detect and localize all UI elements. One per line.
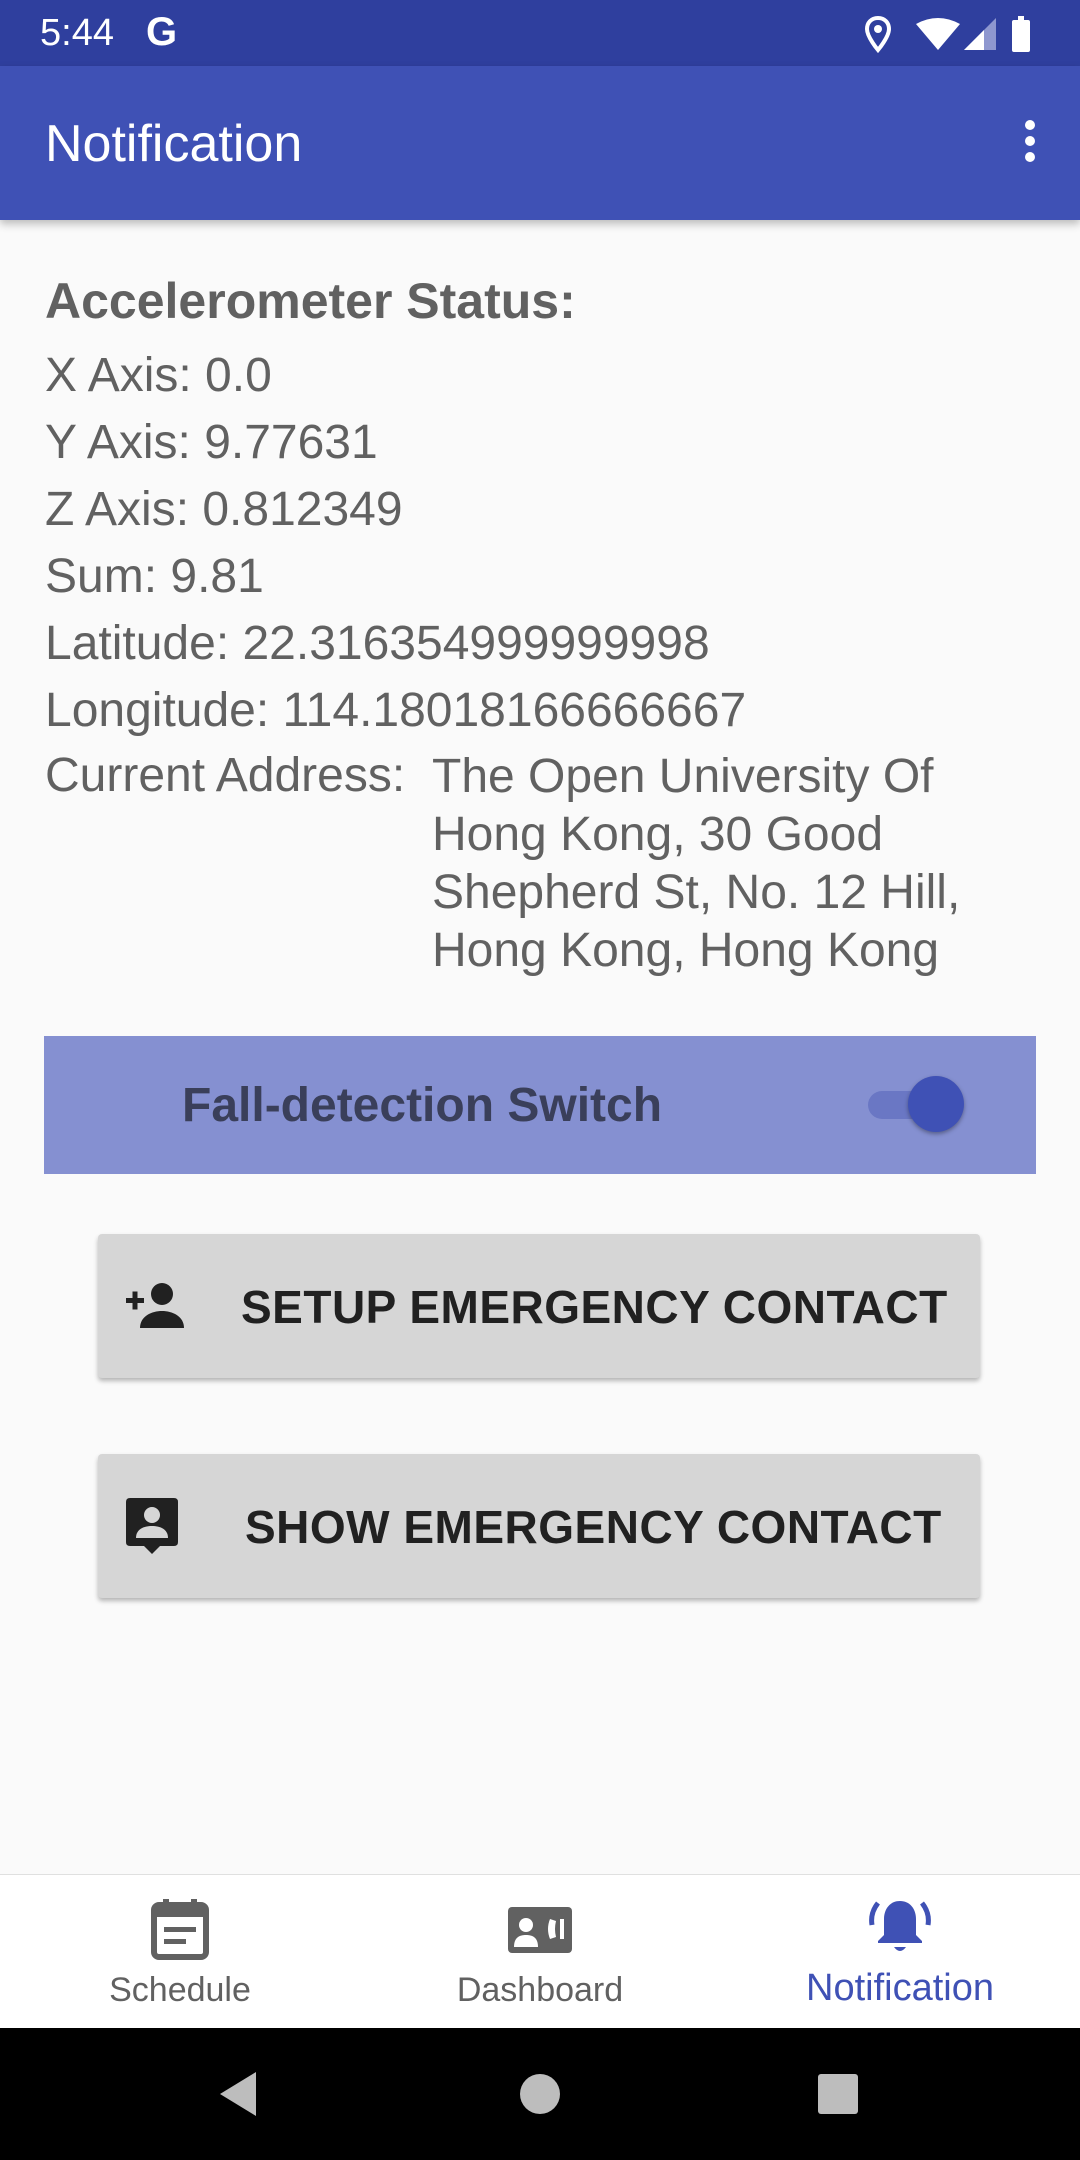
page-title: Notification [45, 115, 303, 173]
nav-label-notification: Notification [806, 1967, 994, 2009]
google-icon: G [146, 10, 178, 54]
calendar-icon [151, 1899, 209, 1960]
nav-item-schedule[interactable]: Schedule [0, 1875, 360, 2029]
nav-label-dashboard: Dashboard [456, 1971, 624, 2009]
nav-item-dashboard[interactable]: Dashboard [360, 1875, 720, 2029]
more-vert-icon[interactable] [1000, 106, 1060, 176]
show-button-label: SHOW EMERGENCY CONTACT [245, 1501, 942, 1553]
address-value: The Open University Of Hong Kong, 30 Goo… [432, 750, 961, 977]
nav-item-notification[interactable]: Notification [720, 1875, 1080, 2029]
fall-detection-label: Fall-detection Switch [182, 1079, 663, 1132]
latitude-value: Latitude: 22.316354999999998 [45, 617, 710, 670]
setup-button-label: SETUP EMERGENCY CONTACT [241, 1281, 948, 1333]
show-emergency-contact-button[interactable]: SHOW EMERGENCY CONTACT [98, 1454, 980, 1598]
x-axis-value: X Axis: 0.0 [45, 349, 272, 402]
z-axis-value: Z Axis: 0.812349 [45, 483, 403, 536]
sum-value: Sum: 9.81 [45, 550, 264, 603]
status-bar: 5:44 G [0, 0, 1080, 66]
dashboard-phone-icon [508, 1907, 572, 1953]
longitude-value: Longitude: 114.18018166666667 [45, 684, 747, 737]
back-icon[interactable] [210, 2064, 270, 2124]
battery-icon [1012, 16, 1030, 52]
app-bar: Notification [0, 66, 1080, 220]
address-label: Current Address: [45, 749, 406, 802]
setup-emergency-contact-button[interactable]: SETUP EMERGENCY CONTACT [98, 1234, 980, 1378]
cellular-signal-icon [964, 18, 996, 50]
person-add-icon [126, 1283, 184, 1328]
wifi-icon [916, 18, 960, 50]
fall-detection-toggle[interactable] [868, 1074, 964, 1134]
contact-card-icon [126, 1498, 178, 1554]
y-axis-value: Y Axis: 9.77631 [45, 416, 378, 469]
fall-detection-panel: Fall-detection Switch [44, 1036, 1036, 1174]
location-icon [864, 15, 892, 54]
bottom-navigation: Schedule Dashboard Notification [0, 1874, 1080, 2029]
system-navigation-bar [0, 2028, 1080, 2160]
toggle-thumb [908, 1076, 964, 1132]
notification-bell-icon [869, 1901, 931, 1951]
accelerometer-heading: Accelerometer Status: [45, 273, 576, 329]
nav-label-schedule: Schedule [109, 1971, 251, 2009]
status-time: 5:44 [40, 12, 114, 54]
status-icons [864, 15, 1030, 54]
home-icon[interactable] [510, 2064, 570, 2124]
recents-icon[interactable] [808, 2064, 868, 2124]
